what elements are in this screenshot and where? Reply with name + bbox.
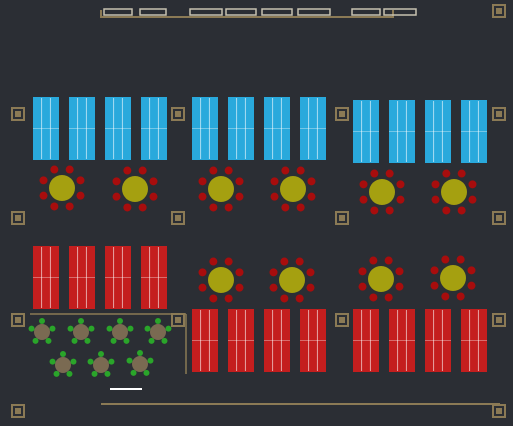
blue-table[interactable] — [264, 97, 290, 160]
red-table[interactable] — [105, 246, 131, 309]
blue-table[interactable] — [141, 97, 167, 160]
blue-table[interactable] — [389, 100, 415, 163]
red-table[interactable] — [264, 309, 290, 372]
blue-table[interactable] — [33, 97, 59, 160]
red-table[interactable] — [461, 309, 487, 372]
red-table[interactable] — [69, 246, 95, 309]
blue-table[interactable] — [353, 100, 379, 163]
red-table[interactable] — [192, 309, 218, 372]
blue-table[interactable] — [192, 97, 218, 160]
red-table[interactable] — [228, 309, 254, 372]
red-table[interactable] — [300, 309, 326, 372]
blue-table[interactable] — [425, 100, 451, 163]
blue-table[interactable] — [69, 97, 95, 160]
floor-plan — [0, 0, 513, 426]
blue-table[interactable] — [461, 100, 487, 163]
red-table[interactable] — [425, 309, 451, 372]
red-table[interactable] — [353, 309, 379, 372]
blue-table[interactable] — [105, 97, 131, 160]
blue-table[interactable] — [300, 97, 326, 160]
blue-table[interactable] — [228, 97, 254, 160]
red-table[interactable] — [389, 309, 415, 372]
red-table[interactable] — [33, 246, 59, 309]
red-table[interactable] — [141, 246, 167, 309]
